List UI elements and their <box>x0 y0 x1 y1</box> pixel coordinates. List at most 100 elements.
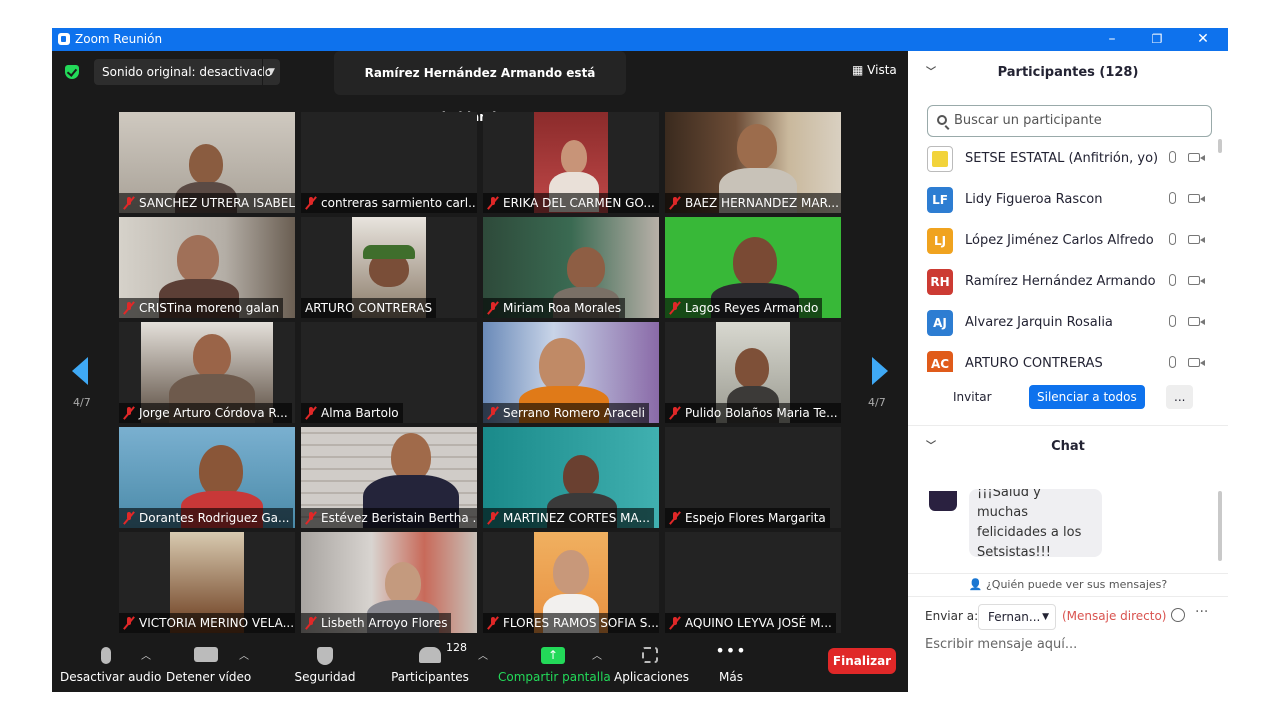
muted-mic-icon <box>670 196 680 210</box>
microphone-icon[interactable] <box>1169 151 1176 163</box>
original-sound-button[interactable]: Sonido original: desactivado ▼ <box>94 59 280 85</box>
video-tile[interactable]: Dorantes Rodriguez Ga... <box>119 427 295 528</box>
share-screen-icon: ↑ <box>541 647 565 664</box>
meeting-toolbar: Desactivar audio ︿ Detener vídeo ︿ Segur… <box>52 635 908 692</box>
chat-sender-avatar <box>929 491 957 511</box>
video-tile[interactable]: Miriam Roa Morales <box>483 217 659 318</box>
video-tile[interactable]: Lagos Reyes Armando <box>665 217 841 318</box>
participant-name: Lisbeth Arroyo Flores <box>321 616 448 630</box>
end-meeting-button[interactable]: Finalizar <box>828 648 896 674</box>
recipient-select[interactable]: Fernan... ▼ <box>978 604 1056 630</box>
video-camera-icon[interactable] <box>1188 235 1205 244</box>
share-screen-button[interactable]: ↑ Compartir pantalla <box>498 635 611 692</box>
participant-row[interactable]: AC ARTURO CONTRERAS <box>908 344 1218 372</box>
video-tile[interactable]: MARTINEZ CORTES MA... <box>483 427 659 528</box>
video-camera-icon[interactable] <box>1188 317 1205 326</box>
participant-name: Lagos Reyes Armando <box>685 301 819 315</box>
participant-row[interactable]: RH Ramírez Hernández Armando <box>908 262 1218 303</box>
collapse-chevron-icon[interactable]: ﹀ <box>926 51 936 95</box>
participants-scrollbar[interactable] <box>1218 139 1222 153</box>
encryption-shield-icon[interactable] <box>65 65 79 79</box>
muted-mic-icon <box>124 301 134 315</box>
video-tile[interactable]: Estévez Beristain Bertha ... <box>301 427 477 528</box>
participant-video-person <box>385 562 421 604</box>
microphone-icon[interactable] <box>1169 356 1176 368</box>
video-camera-icon[interactable] <box>1188 276 1205 285</box>
tile-label: ARTURO CONTRERAS <box>301 298 437 318</box>
chat-more-icon[interactable]: ··· <box>1195 604 1208 620</box>
participant-name: Alma Bartolo <box>321 406 399 420</box>
video-tile[interactable]: VICTORIA MERINO VELA... <box>119 532 295 633</box>
microphone-icon[interactable] <box>1169 315 1176 327</box>
emoji-icon[interactable] <box>1171 608 1185 622</box>
video-tile[interactable]: BAEZ HERNANDEZ MAR... <box>665 112 841 213</box>
next-page-arrow-icon[interactable] <box>872 357 888 385</box>
video-camera-icon[interactable] <box>1188 194 1205 203</box>
participant-search-input[interactable]: Buscar un participante <box>927 105 1212 137</box>
tile-label: Estévez Beristain Bertha ... <box>301 508 477 528</box>
participant-name: contreras sarmiento carl... <box>321 196 477 210</box>
who-can-see-link[interactable]: 👤 ¿Quién puede ver sus mensajes? <box>908 574 1228 596</box>
minimize-icon[interactable]: – <box>1092 29 1132 49</box>
mute-audio-button[interactable]: Desactivar audio <box>60 635 161 692</box>
participant-name: Miriam Roa Morales <box>503 301 622 315</box>
video-tile[interactable]: Jorge Arturo Córdova R... <box>119 322 295 423</box>
muted-mic-icon <box>488 301 498 315</box>
muted-mic-icon <box>670 616 680 630</box>
tile-label: Serrano Romero Araceli <box>483 403 649 423</box>
video-tile[interactable]: Espejo Flores Margarita <box>665 427 841 528</box>
security-button[interactable]: Seguridad <box>290 635 360 692</box>
video-tile[interactable]: ARTURO CONTRERAS <box>301 217 477 318</box>
microphone-icon[interactable] <box>1169 233 1176 245</box>
participant-row[interactable]: AJ Alvarez Jarquin Rosalia <box>908 303 1218 344</box>
video-options-caret-icon[interactable]: ︿ <box>239 647 249 662</box>
video-tile[interactable]: FLORES RAMOS SOFIA S... <box>483 532 659 633</box>
microphone-icon[interactable] <box>1169 274 1176 286</box>
invite-button[interactable]: Invitar <box>945 385 1000 409</box>
video-camera-icon[interactable] <box>1188 153 1205 162</box>
video-tile[interactable]: Lisbeth Arroyo Flores <box>301 532 477 633</box>
direct-message-label: (Mensaje directo) <box>1062 609 1167 623</box>
participants-options-caret-icon[interactable]: ︿ <box>478 647 488 662</box>
mute-all-button[interactable]: Silenciar a todos <box>1029 385 1145 409</box>
previous-page-arrow-icon[interactable] <box>72 357 88 385</box>
muted-mic-icon <box>488 511 498 525</box>
chat-title: Chat <box>1051 439 1085 454</box>
video-camera-icon[interactable] <box>1188 358 1205 367</box>
video-tile[interactable]: contreras sarmiento carl... <box>301 112 477 213</box>
chat-message-input[interactable]: Escribir mensaje aquí... <box>925 637 1077 652</box>
close-icon[interactable]: ✕ <box>1183 29 1223 49</box>
page-indicator-left: 4/7 <box>73 396 91 409</box>
video-tile[interactable]: AQUINO LEYVA JOSÉ M... <box>665 532 841 633</box>
microphone-icon[interactable] <box>1169 192 1176 204</box>
participant-name: Alvarez Jarquin Rosalia <box>965 315 1113 330</box>
video-tile[interactable]: CRISTina moreno galan <box>119 217 295 318</box>
chevron-down-icon[interactable]: ▼ <box>262 59 280 85</box>
video-tile[interactable]: Alma Bartolo <box>301 322 477 423</box>
collapse-chevron-icon[interactable]: ﹀ <box>926 425 936 469</box>
participant-name: Serrano Romero Araceli <box>503 406 645 420</box>
participants-button[interactable]: 128 Participantes <box>390 635 470 692</box>
video-tile[interactable]: SANCHEZ UTRERA ISABEL <box>119 112 295 213</box>
security-shield-icon <box>317 647 333 665</box>
chat-scrollbar[interactable] <box>1218 491 1222 561</box>
participant-row[interactable]: SETSE ESTATAL (Anfitrión, yo) <box>908 139 1218 180</box>
participant-name: CRISTina moreno galan <box>139 301 280 315</box>
restore-icon[interactable]: ❐ <box>1137 29 1177 49</box>
participant-name: ARTURO CONTRERAS <box>305 301 433 315</box>
tile-label: Lisbeth Arroyo Flores <box>301 613 452 633</box>
audio-options-caret-icon[interactable]: ︿ <box>141 647 151 662</box>
person-lock-icon: 👤 <box>968 578 983 591</box>
apps-button[interactable]: Aplicaciones <box>614 635 689 692</box>
video-tile[interactable]: Serrano Romero Araceli <box>483 322 659 423</box>
participant-row[interactable]: LF Lidy Figueroa Rascon <box>908 180 1218 221</box>
video-tile[interactable]: ERIKA DEL CARMEN GO... <box>483 112 659 213</box>
participant-row[interactable]: LJ López Jiménez Carlos Alfredo <box>908 221 1218 262</box>
video-tile[interactable]: Pulido Bolaños Maria Te... <box>665 322 841 423</box>
more-options-button[interactable]: ... <box>1166 385 1194 409</box>
view-button[interactable]: ▦ Vista <box>852 63 897 77</box>
share-options-caret-icon[interactable]: ︿ <box>592 647 602 662</box>
stop-video-button[interactable]: Detener vídeo <box>166 635 251 692</box>
more-button[interactable]: ••• Más <box>706 635 756 692</box>
participant-name: Pulido Bolaños Maria Te... <box>685 406 838 420</box>
